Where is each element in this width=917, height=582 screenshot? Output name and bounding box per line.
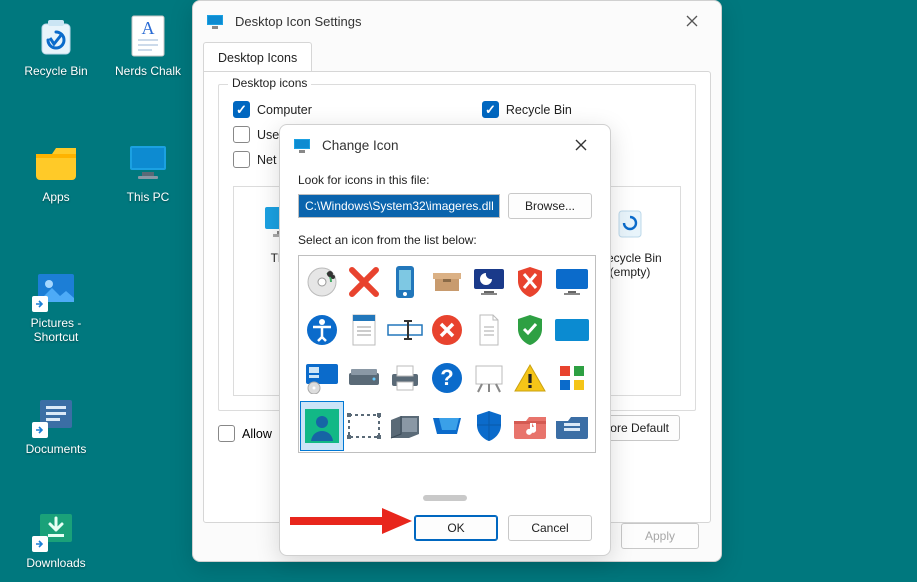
close-button[interactable]: [675, 4, 709, 38]
dialog-buttons: Apply: [621, 523, 699, 549]
icon-option-music-folder[interactable]: [510, 402, 552, 450]
dialog-title: Change Icon: [322, 138, 399, 153]
ok-button[interactable]: OK: [414, 515, 498, 541]
icon-option-shield-blue[interactable]: [468, 402, 510, 450]
select-icon-label: Select an icon from the list below:: [298, 233, 592, 247]
close-icon: [575, 139, 587, 151]
svg-text:A: A: [142, 18, 155, 38]
checkbox-icon: ✓: [482, 101, 499, 118]
checkbox-recycle-bin[interactable]: ✓ Recycle Bin: [482, 101, 572, 118]
icon-option-screen-blue[interactable]: [551, 306, 593, 354]
icon-option-doc[interactable]: [468, 306, 510, 354]
desktop-icon-this-pc[interactable]: This PC: [104, 138, 192, 204]
checkbox-label: Recycle Bin: [506, 103, 572, 117]
desktop-icon-label: Nerds Chalk: [104, 64, 192, 78]
icon-option-monitor-moon[interactable]: [468, 258, 510, 306]
close-icon: [686, 15, 698, 27]
checkbox-computer[interactable]: ✓ Computer: [233, 101, 312, 118]
button-label: Apply: [645, 529, 675, 543]
dialog-buttons: OK Cancel: [414, 515, 592, 541]
icon-option-warning[interactable]: [510, 354, 552, 402]
shortcut-overlay-icon: [32, 536, 48, 552]
dialog-body: Look for icons in this file: C:\Windows\…: [280, 165, 610, 555]
icon-option-x-red[interactable]: [343, 258, 385, 306]
checkbox-label: Computer: [257, 103, 312, 117]
icon-option-frame[interactable]: [343, 402, 385, 450]
checkbox-icon: [218, 425, 235, 442]
icon-option-blocks[interactable]: [551, 354, 593, 402]
tab-desktop-icons[interactable]: Desktop Icons: [203, 42, 312, 72]
settings-app-icon: [205, 11, 225, 31]
desktop-icon-documents[interactable]: Documents: [12, 390, 100, 456]
scrollbar-horizontal[interactable]: [423, 495, 467, 501]
button-label: Cancel: [531, 521, 568, 535]
icon-option-accessibility[interactable]: [301, 306, 343, 354]
browse-button[interactable]: Browse...: [508, 193, 592, 219]
input-value: C:\Windows\System32\imageres.dll: [305, 199, 494, 213]
icon-option-drive[interactable]: [343, 354, 385, 402]
icon-option-run[interactable]: [426, 402, 468, 450]
desktop-icon-downloads[interactable]: Downloads: [12, 504, 100, 570]
icon-option-window[interactable]: [384, 402, 426, 450]
icon-option-disc[interactable]: [301, 258, 343, 306]
icon-option-box[interactable]: [426, 258, 468, 306]
icon-option-shield-orange[interactable]: [510, 258, 552, 306]
icon-option-desktop-disc[interactable]: [301, 354, 343, 402]
button-label: Browse...: [525, 199, 575, 213]
icon-option-question[interactable]: ?: [426, 354, 468, 402]
desktop-icon-label: Pictures - Shortcut: [12, 316, 100, 345]
group-legend: Desktop icons: [228, 76, 311, 90]
icon-option-x-circle[interactable]: [426, 306, 468, 354]
desktop-icon-label: Documents: [12, 442, 100, 456]
desktop-icon-label: Apps: [12, 190, 100, 204]
allow-themes-label: Allow: [242, 427, 272, 441]
desktop-icon-pictures[interactable]: Pictures - Shortcut: [12, 264, 100, 345]
checkbox-icon: [233, 151, 250, 168]
checkbox-label: Net: [257, 153, 276, 167]
checkbox-label: Use: [257, 128, 279, 142]
settings-app-icon: [292, 135, 312, 155]
checkbox-icon: ✓: [233, 101, 250, 118]
monitor-icon: [124, 138, 172, 186]
icon-option-rename-field[interactable]: [384, 306, 426, 354]
desktop-icon-recycle-bin[interactable]: Recycle Bin: [12, 12, 100, 78]
icon-list[interactable]: ?: [298, 255, 596, 453]
close-button[interactable]: [564, 128, 598, 162]
documents-icon: [32, 390, 80, 438]
text-file-icon: A: [124, 12, 172, 60]
desktop-icon-label: This PC: [104, 190, 192, 204]
shortcut-overlay-icon: [32, 296, 48, 312]
look-for-label: Look for icons in this file:: [298, 173, 592, 187]
svg-text:?: ?: [440, 365, 453, 390]
checkbox-icon: [233, 126, 250, 143]
desktop-icon-apps[interactable]: Apps: [12, 138, 100, 204]
icon-option-phone[interactable]: [384, 258, 426, 306]
cancel-button[interactable]: Cancel: [508, 515, 592, 541]
file-path-input[interactable]: C:\Windows\System32\imageres.dll: [298, 194, 500, 218]
desktop-icon-label: Recycle Bin: [12, 64, 100, 78]
tab-strip: Desktop Icons: [193, 41, 721, 71]
button-label: OK: [447, 521, 464, 535]
icon-option-doc-lines[interactable]: [343, 306, 385, 354]
icon-option-user[interactable]: [301, 402, 343, 450]
change-icon-dialog: Change Icon Look for icons in this file:…: [279, 124, 611, 556]
shortcut-overlay-icon: [32, 422, 48, 438]
recycle-bin-icon: [609, 201, 651, 243]
desktop-icon-nerds-chalk[interactable]: A Nerds Chalk: [104, 12, 192, 78]
button-label: store Default: [601, 421, 669, 435]
icon-option-docs-folder[interactable]: [551, 402, 593, 450]
icon-option-shield-green[interactable]: [510, 306, 552, 354]
recycle-bin-icon: [32, 12, 80, 60]
window-title: Desktop Icon Settings: [235, 14, 361, 29]
icon-option-printer[interactable]: [384, 354, 426, 402]
icon-option-whiteboard[interactable]: [468, 354, 510, 402]
icon-option-monitor-blue[interactable]: [551, 258, 593, 306]
pictures-icon: [32, 264, 80, 312]
downloads-icon: [32, 504, 80, 552]
titlebar[interactable]: Change Icon: [280, 125, 610, 165]
titlebar[interactable]: Desktop Icon Settings: [193, 1, 721, 41]
folder-icon: [32, 138, 80, 186]
apply-button[interactable]: Apply: [621, 523, 699, 549]
desktop-icon-label: Downloads: [12, 556, 100, 570]
